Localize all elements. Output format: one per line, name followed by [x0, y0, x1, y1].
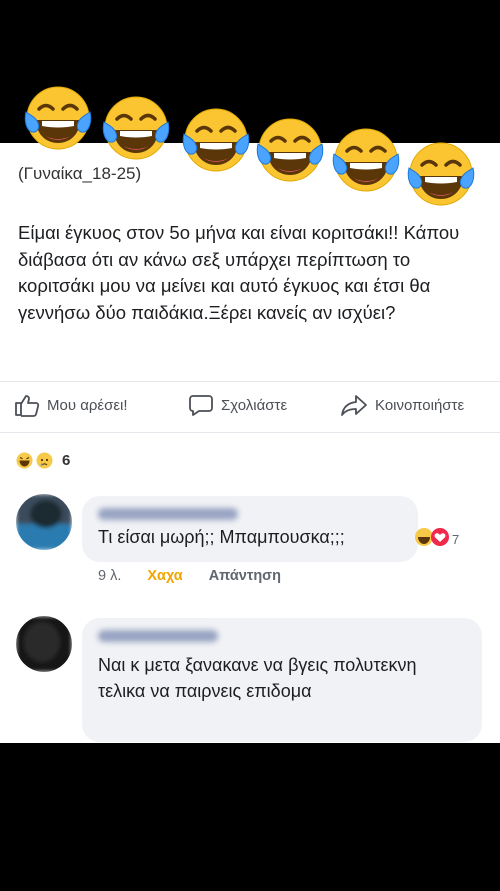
- comment-text: Ναι κ μετα ξανακανε να βγεις πολυτεκνη τ…: [98, 655, 417, 701]
- haha-icon: [16, 452, 33, 469]
- share-button[interactable]: Κοινοποιήστε: [340, 388, 464, 422]
- comment-bubble: Τι είσαι μωρή;; Μπαμπουσκα;;;: [82, 496, 418, 562]
- comment-text: Τι είσαι μωρή;; Μπαμπουσκα;;;: [98, 527, 345, 547]
- share-icon: [340, 393, 368, 417]
- post-actions: Μου αρέσει! Σχολιάστε Κοινοποιήστε: [0, 388, 500, 422]
- laughing-tears-icon: [22, 82, 94, 154]
- reactions-summary[interactable]: 6: [16, 452, 70, 469]
- laughing-tears-icon: [330, 124, 402, 196]
- avatar[interactable]: [16, 494, 72, 550]
- laughing-tears-icon: [254, 114, 326, 186]
- comment-author-blurred[interactable]: [98, 508, 238, 520]
- love-icon: [430, 527, 450, 552]
- reaction-count: 6: [62, 452, 71, 469]
- comment-label: Σχολιάστε: [221, 396, 288, 414]
- laughing-tears-icon: [100, 92, 172, 164]
- thumbs-up-icon: [14, 393, 40, 417]
- comment-icon: [188, 393, 214, 417]
- comment-bubble: Ναι κ μετα ξανακανε να βγεις πολυτεκνη τ…: [82, 618, 482, 742]
- share-label: Κοινοποιήστε: [375, 396, 465, 414]
- emoji-overlay: [22, 82, 492, 212]
- divider: [0, 432, 500, 433]
- like-label: Μου αρέσει!: [47, 396, 128, 414]
- comment-button[interactable]: Σχολιάστε: [188, 388, 287, 422]
- laughing-tears-icon: [180, 104, 252, 176]
- avatar[interactable]: [16, 616, 72, 672]
- comment-time[interactable]: 9 λ.: [98, 568, 121, 584]
- like-button[interactable]: Μου αρέσει!: [14, 388, 128, 422]
- comment-meta: 9 λ. Χαχα Απάντηση: [98, 568, 281, 584]
- reply-button[interactable]: Απάντηση: [209, 568, 281, 584]
- post-text: Είμαι έγκυος στον 5ο μήνα και είναι κορι…: [18, 222, 460, 323]
- comment-author-blurred[interactable]: [98, 630, 218, 642]
- comment-reactions[interactable]: 7: [414, 527, 459, 552]
- comment-reaction-label[interactable]: Χαχα: [147, 568, 182, 584]
- laughing-tears-icon: [405, 138, 477, 210]
- divider: [0, 381, 500, 382]
- sad-icon: [36, 452, 53, 469]
- comment-reaction-count: 7: [452, 532, 460, 547]
